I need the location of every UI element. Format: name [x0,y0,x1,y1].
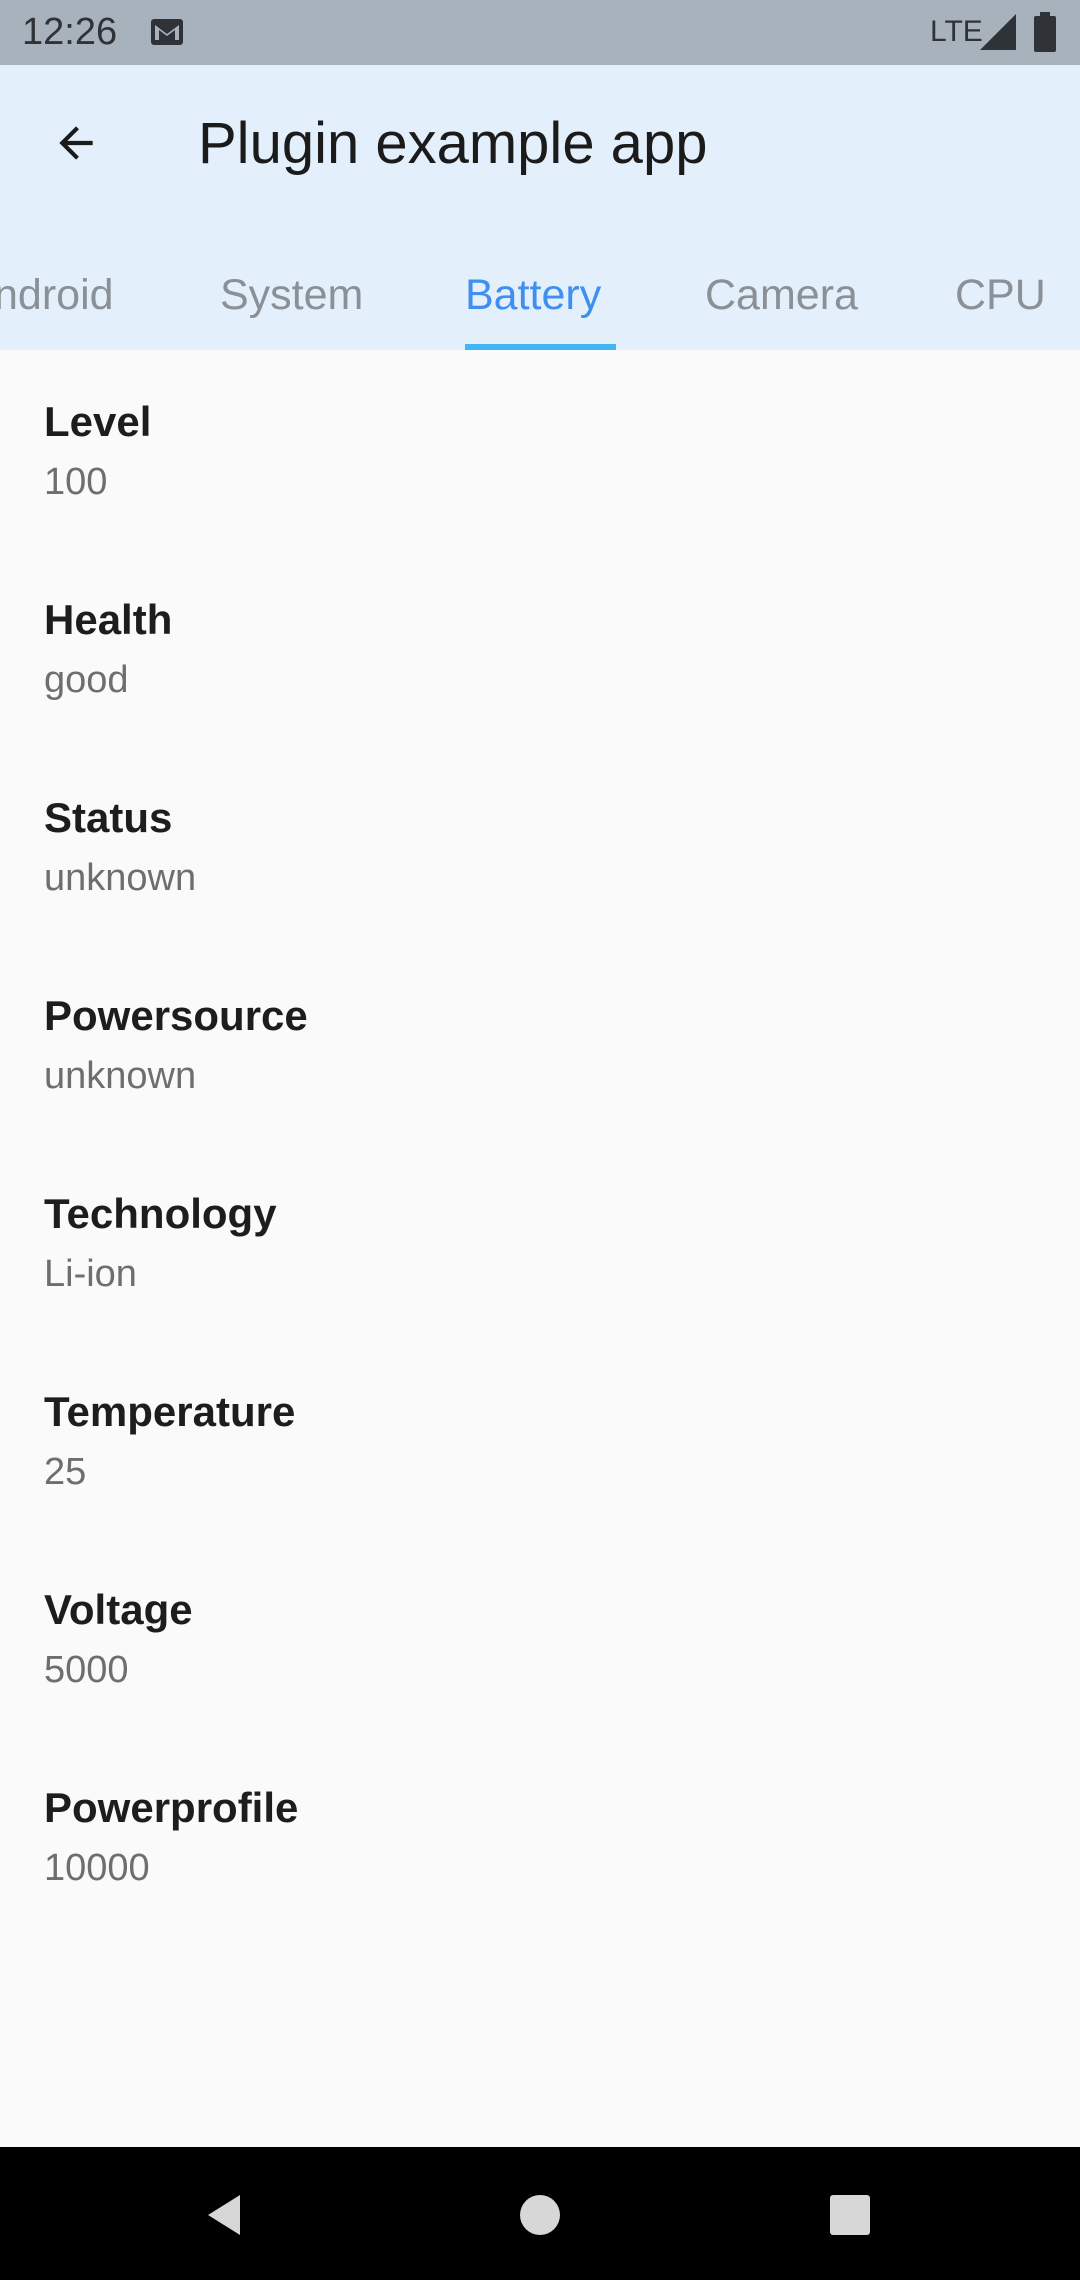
item-label: Powersource [44,992,308,1039]
page-title: Plugin example app [198,111,708,176]
list-item-status: Status unknown [44,791,1044,903]
tab-indicator [465,344,616,350]
battery-icon [1034,12,1056,52]
nav-recents-button[interactable] [810,2175,890,2255]
list-item-powerprofile: Powerprofile 10000 [44,1781,1044,1893]
item-value: unknown [44,1055,197,1097]
tab-system[interactable]: System [220,245,363,350]
item-value: unknown [44,857,197,899]
list-item-voltage: Voltage 5000 [44,1583,1044,1695]
system-nav-bar [0,2147,1080,2280]
recents-square-icon [830,2195,870,2235]
item-label: Voltage [44,1586,193,1633]
status-bar: 12:26 LTE [0,0,1080,65]
tab-cpu[interactable]: CPU [955,245,1046,350]
item-value: Li-ion [44,1253,137,1295]
back-triangle-icon [208,2195,240,2235]
item-label: Powerprofile [44,1784,299,1831]
tab-bar: ndroid System Battery Camera CPU [0,245,1080,350]
list-item-technology: Technology Li-ion [44,1187,1044,1299]
item-label: Health [44,596,173,643]
nav-home-button[interactable] [500,2175,580,2255]
item-label: Temperature [44,1388,296,1435]
tab-battery[interactable]: Battery [465,245,601,350]
item-value: good [44,659,129,701]
item-value: 100 [44,461,108,503]
item-value: 10000 [44,1847,150,1889]
item-value: 5000 [44,1649,129,1691]
home-circle-icon [520,2195,560,2235]
screen: 12:26 LTE Plugin example app ndroid Syst… [0,0,1080,2280]
list-item-level: Level 100 [44,395,1044,507]
list-item-powersource: Powersource unknown [44,989,1044,1101]
app-bar: Plugin example app ndroid System Battery… [0,65,1080,350]
list-item-health: Health good [44,593,1044,705]
network-type: LTE [930,15,983,48]
arrow-back-icon [59,126,93,160]
gmail-icon [151,19,183,45]
item-label: Level [44,398,152,445]
item-label: Status [44,794,173,841]
item-value: 25 [44,1451,87,1493]
status-time: 12:26 [22,11,118,53]
list-item-temperature: Temperature 25 [44,1385,1044,1497]
nav-back-button[interactable] [186,2175,266,2255]
tab-android[interactable]: ndroid [0,245,114,350]
signal-icon [980,14,1016,50]
item-label: Technology [44,1190,277,1237]
back-button[interactable] [40,107,112,179]
tab-camera[interactable]: Camera [705,245,858,350]
